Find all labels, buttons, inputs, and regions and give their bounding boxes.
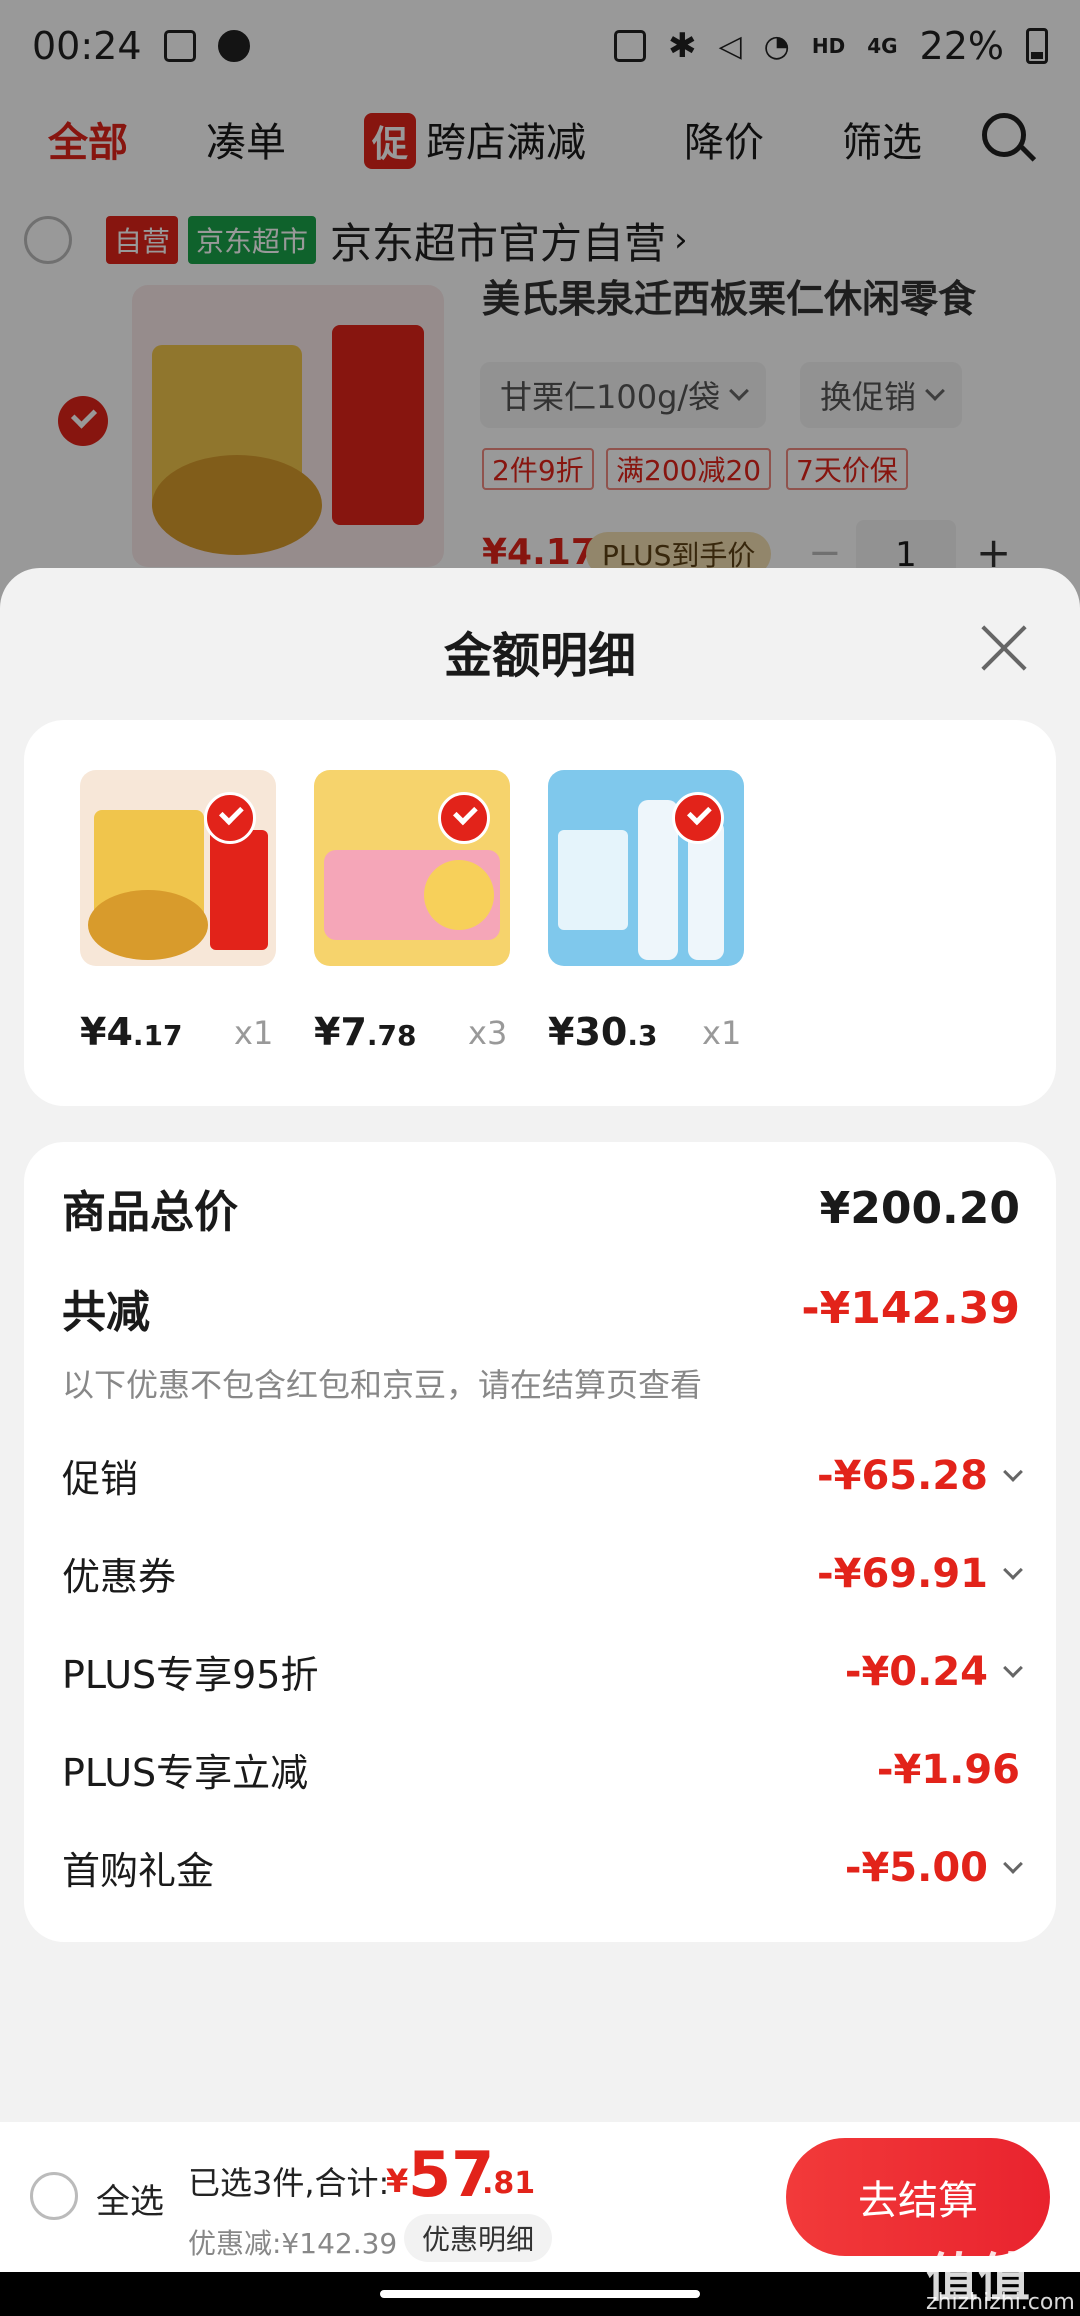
chevron-down-icon [1003, 1559, 1023, 1580]
total-yen-sign: ¥ [386, 2162, 409, 2200]
discount-value: -¥5.00 [845, 1845, 1023, 1891]
price-summary-card: 商品总价 ¥200.20 共减 -¥142.39 以下优惠不包含红包和京豆，请在… [24, 1142, 1056, 1942]
select-all-radio[interactable] [30, 2172, 78, 2220]
discount-label: PLUS专享95折 [62, 1653, 319, 1697]
selected-item[interactable]: ¥7.78 x3 [314, 770, 510, 1054]
discount-value: -¥69.91 [817, 1551, 1023, 1597]
chevron-down-icon [1003, 1461, 1023, 1482]
chevron-down-icon [1003, 1853, 1023, 1874]
discount-value: -¥0.24 [845, 1649, 1023, 1695]
discount-detail-button[interactable]: 优惠明细 [404, 2214, 553, 2262]
select-all-label[interactable]: 全选 [96, 2174, 164, 2223]
total-price-row: 商品总价 ¥200.20 [62, 1176, 1020, 1240]
discount-row-coupon[interactable]: 优惠券 -¥69.91 [62, 1546, 1023, 1601]
chevron-down-icon [1003, 1657, 1023, 1678]
discount-value: -¥65.28 [817, 1453, 1023, 1499]
item-quantity: x1 [234, 1014, 274, 1052]
discount-row-plus95[interactable]: PLUS专享95折 -¥0.24 [62, 1644, 1023, 1699]
total-price-label: 商品总价 [62, 1187, 238, 1238]
discount-label: 优惠券 [62, 1555, 177, 1599]
discount-row-first-purchase[interactable]: 首购礼金 -¥5.00 [62, 1840, 1023, 1895]
discount-total-text: 优惠减:¥142.39 [188, 2227, 398, 2260]
watermark-url: zhizhizhi.com [926, 2290, 1075, 2315]
check-icon [438, 792, 490, 844]
selected-items-card: ¥4.17 x1 ¥7.78 x3 ¥30.3 x1 [24, 720, 1056, 1106]
item-price: ¥7.78 [314, 1010, 417, 1054]
check-icon [204, 792, 256, 844]
discount-row-plus-reduce: PLUS专享立减 -¥1.96 [62, 1742, 1020, 1797]
discount-value: -¥1.96 [876, 1746, 1020, 1793]
item-price: ¥4.17 [80, 1010, 183, 1054]
discount-row-promotion[interactable]: 促销 -¥65.28 [62, 1448, 1023, 1503]
discount-label: 促销 [62, 1457, 139, 1501]
water-bottle-image [548, 770, 744, 966]
selected-item[interactable]: ¥30.3 x1 [548, 770, 744, 1054]
selected-count-text: 已选3件,合计: [188, 2164, 390, 2202]
checkout-bar: 全选 已选3件,合计: ¥ 57 .81 优惠减:¥142.39 优惠明细 去结… [0, 2122, 1080, 2272]
item-price: ¥30.3 [548, 1010, 658, 1054]
discount-label: 首购礼金 [62, 1849, 215, 1893]
total-reduction-label: 共减 [62, 1287, 150, 1338]
discount-label: PLUS专享立减 [62, 1751, 309, 1795]
amount-detail-sheet: 金额明细 ¥4.17 x1 ¥7.78 x3 ¥30.3 x1 商品总价 ¥20… [0, 568, 1080, 2198]
item-quantity: x1 [702, 1014, 742, 1052]
item-quantity: x3 [468, 1014, 508, 1052]
check-icon [672, 792, 724, 844]
selected-item[interactable]: ¥4.17 x1 [80, 770, 276, 1054]
total-reduction-value: -¥142.39 [801, 1282, 1020, 1334]
total-price-value: ¥200.20 [819, 1182, 1020, 1234]
home-indicator[interactable] [380, 2290, 700, 2298]
sheet-title: 金额明细 [443, 628, 636, 684]
chestnut-snack-image [80, 770, 276, 966]
liby-detergent-image [314, 770, 510, 966]
total-reduction-row: 共减 -¥142.39 [62, 1276, 1020, 1340]
total-amount-dec: .81 [482, 2166, 536, 2201]
reduction-note: 以下优惠不包含红包和京豆，请在结算页查看 [62, 1366, 703, 1404]
close-icon[interactable] [974, 620, 1030, 676]
